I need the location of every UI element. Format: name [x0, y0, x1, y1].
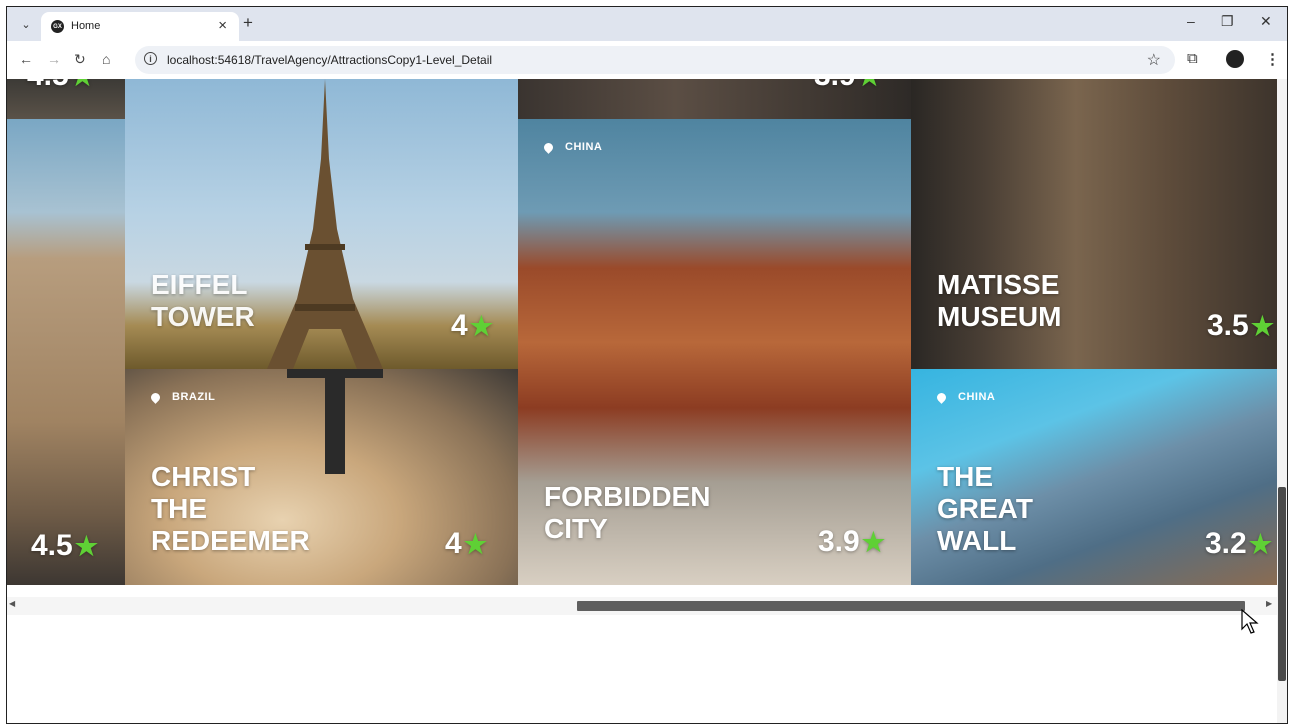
extensions-icon[interactable]: ⧉ [1187, 50, 1198, 67]
star-icon: ★ [1250, 310, 1275, 341]
star-icon: ★ [463, 528, 487, 559]
horizontal-scrollbar[interactable]: ◀ ▶ [7, 597, 1277, 615]
attraction-name-line: WALL [937, 525, 1017, 556]
rating-value: 3.2 [1205, 527, 1247, 560]
browser-tab-home[interactable]: GX Home × [41, 12, 239, 41]
location-label: CHINA [542, 140, 602, 154]
attraction-name-line: CITY [544, 513, 608, 544]
attraction-card-christ-the-redeemer[interactable]: BRAZIL CHRIST THE REDEEMER 4 ★ [125, 369, 518, 585]
location-label: CHINA [935, 390, 995, 404]
browser-window: ⌄ GX Home × + – ❐ ✕ ← → ↻ ⌂ i localhost:… [6, 6, 1288, 724]
attraction-card-eiffel-tower[interactable]: EIFFEL TOWER 4 ★ [125, 79, 518, 369]
location-label: BRAZIL [149, 390, 215, 404]
url-text[interactable]: localhost:54618/TravelAgency/Attractions… [167, 53, 492, 67]
menu-kebab-icon[interactable]: ⋮ [1265, 50, 1280, 68]
attraction-card-great-wall[interactable]: CHINA THE GREAT WALL 3.2 ★ [911, 369, 1277, 585]
tab-strip: ⌄ GX Home × + – ❐ ✕ [7, 7, 1287, 41]
restore-icon[interactable]: ❐ [1221, 13, 1234, 30]
attraction-card-partial[interactable]: 3.9★ [518, 79, 911, 119]
site-info-icon[interactable]: i [144, 52, 157, 65]
tab-title: Home [71, 20, 101, 32]
page-content: 4.5★ 3.9★ 4.5★ EIFFEL TOWER 4★ [7, 79, 1277, 723]
vertical-scroll-thumb[interactable] [1278, 487, 1286, 681]
star-icon: ★ [71, 79, 94, 92]
star-icon: ★ [74, 530, 99, 561]
rating-value: 4.5 [27, 79, 69, 93]
forward-icon[interactable]: → [47, 51, 61, 67]
attraction-name-line: EIFFEL [151, 269, 248, 300]
attraction-card-partial[interactable]: 4.5★ [7, 79, 125, 119]
star-icon: ★ [858, 79, 881, 92]
close-window-icon[interactable]: ✕ [1260, 13, 1272, 30]
bookmark-star-icon[interactable]: ☆ [1147, 50, 1161, 70]
rating-value: 3.9 [814, 79, 856, 93]
genexus-favicon-icon: GX [51, 20, 64, 33]
attraction-name-line: THE [151, 493, 207, 524]
attraction-name-line: CHRIST [151, 461, 256, 492]
attraction-card-forbidden-city[interactable]: CHINA FORBIDDEN CITY 3.9 ★ [518, 119, 911, 585]
minimize-icon[interactable]: – [1187, 13, 1195, 29]
star-icon: ★ [469, 310, 493, 341]
browser-toolbar: ← → ↻ ⌂ i localhost:54618/TravelAgency/A… [7, 41, 1287, 80]
rating-value: 4.5 [31, 529, 73, 562]
new-tab-icon[interactable]: + [243, 13, 253, 33]
rating-value: 3.9 [818, 525, 860, 558]
attraction-name-line: GREAT [937, 493, 1033, 524]
attraction-card-matisse-museum[interactable]: MATISSE MUSEUM 3.5 ★ [911, 79, 1277, 369]
attraction-name-line: MATISSE [937, 269, 1060, 300]
rating-value: 4 [445, 527, 462, 560]
star-icon: ★ [861, 526, 886, 557]
back-icon[interactable]: ← [19, 51, 33, 67]
location-pin-icon [149, 390, 162, 404]
home-icon[interactable]: ⌂ [102, 51, 110, 67]
attraction-name-line: THE [937, 461, 993, 492]
attraction-name-line: FORBIDDEN [544, 481, 711, 512]
scroll-left-arrow-icon[interactable]: ◀ [9, 599, 15, 608]
eiffel-tower-illustration [267, 79, 383, 369]
horizontal-scroll-thumb[interactable] [577, 601, 1245, 611]
scroll-right-arrow-icon[interactable]: ▶ [1266, 599, 1272, 608]
vertical-scrollbar[interactable] [1277, 79, 1287, 723]
attraction-name-line: MUSEUM [937, 301, 1062, 332]
attraction-name-line: REDEEMER [151, 525, 310, 556]
address-bar[interactable]: i localhost:54618/TravelAgency/Attractio… [135, 46, 1175, 74]
reload-icon[interactable]: ↻ [74, 51, 86, 68]
location-pin-icon [542, 140, 555, 154]
star-icon: ★ [1248, 528, 1273, 559]
attraction-card-louvre[interactable]: 4.5 ★ [7, 119, 125, 585]
mouse-cursor-icon [1241, 609, 1259, 634]
rating-value: 4 [451, 309, 468, 342]
close-tab-icon[interactable]: × [218, 17, 227, 34]
attraction-name-line: TOWER [151, 301, 255, 332]
location-pin-icon [935, 390, 948, 404]
profile-avatar[interactable] [1226, 50, 1244, 68]
tab-search-chevron-icon[interactable]: ⌄ [13, 13, 39, 35]
rating-value: 3.5 [1207, 309, 1249, 342]
